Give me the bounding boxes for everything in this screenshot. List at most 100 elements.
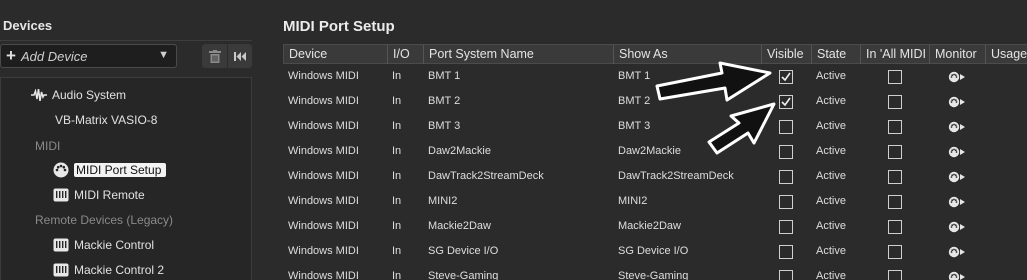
cell-port-system-name: Daw2Mackie: [428, 145, 491, 157]
tree-item-mackie-control-2[interactable]: Mackie Control 2: [53, 259, 164, 280]
visible-checkbox[interactable]: [779, 244, 793, 259]
column-header-visible[interactable]: Visible: [761, 45, 811, 64]
cell-show-as[interactable]: BMT 3: [613, 114, 761, 139]
cell-in-all-midi: [860, 164, 929, 189]
cell-state: Active: [816, 145, 846, 157]
monitor-midi-icon[interactable]: [948, 71, 966, 83]
visible-checkbox[interactable]: [779, 119, 793, 134]
reset-button[interactable]: [227, 44, 252, 68]
in-all-midi-checkbox[interactable]: [887, 219, 902, 234]
in-all-midi-checkbox[interactable]: [887, 169, 902, 184]
cell-device: Windows MIDI: [288, 145, 359, 157]
in-all-midi-checkbox[interactable]: [887, 119, 902, 134]
divider: [0, 40, 252, 41]
monitor-midi-icon[interactable]: [948, 96, 966, 108]
cell-device: Windows MIDI: [288, 120, 359, 132]
tree-item-vb-matrix[interactable]: VB-Matrix VASIO-8: [55, 109, 157, 131]
table-row[interactable]: Windows MIDI In Steve-Gaming Steve-Gaming Ac…: [283, 264, 1027, 280]
cell-state: Active: [816, 220, 846, 232]
cell-monitor: [929, 89, 985, 114]
column-header-monitor[interactable]: Monitor: [929, 45, 985, 64]
checkmark-icon: [781, 72, 791, 82]
cell-port-system-name: MINI2: [428, 195, 458, 207]
cell-show-as[interactable]: SG Device I/O: [613, 239, 761, 264]
midi-port-icon: [53, 162, 69, 178]
cell-state: Active: [816, 120, 846, 132]
cell-io: In: [392, 270, 402, 280]
visible-checkbox[interactable]: [779, 69, 793, 84]
tree-item-audio-system[interactable]: Audio System: [31, 84, 126, 106]
cell-device: Windows MIDI: [288, 70, 359, 82]
dropdown-arrow-icon: ▼: [158, 49, 169, 61]
cell-show-as[interactable]: BMT 2: [613, 89, 761, 114]
tree-item-midi-remote[interactable]: MIDI Remote: [53, 184, 145, 206]
tree-item-label: Mackie Control: [74, 238, 155, 252]
in-all-midi-checkbox[interactable]: [887, 194, 902, 209]
cell-device: Windows MIDI: [288, 195, 359, 207]
column-header-device[interactable]: Device: [283, 45, 387, 64]
device-tree: Audio System VB-Matrix VASIO-8 MIDI MIDI…: [0, 77, 252, 280]
in-all-midi-checkbox[interactable]: [887, 69, 902, 84]
trash-icon: [208, 49, 221, 63]
cell-show-as[interactable]: MINI2: [613, 189, 761, 214]
cell-visible: [761, 239, 811, 264]
cell-visible: [761, 139, 811, 164]
cell-port-system-name: Steve-Gaming: [428, 270, 499, 280]
column-header-port-system-name[interactable]: Port System Name: [423, 45, 613, 64]
cell-show-as[interactable]: Daw2Mackie: [613, 139, 761, 164]
column-header-show-as[interactable]: Show As: [613, 45, 761, 64]
tree-item-mackie-control[interactable]: Mackie Control: [53, 234, 154, 256]
cell-usage: [985, 164, 1027, 189]
monitor-midi-icon[interactable]: [948, 171, 966, 183]
cell-show-as[interactable]: Mackie2Daw: [613, 214, 761, 239]
column-header-state[interactable]: State: [811, 45, 860, 64]
table-row[interactable]: Windows MIDI In Daw2Mackie Daw2Mackie Active: [283, 139, 1027, 164]
table-row[interactable]: Windows MIDI In MINI2 MINI2 Active: [283, 189, 1027, 214]
cell-show-as[interactable]: DawTrack2StreamDeck: [613, 164, 761, 189]
cell-show-as[interactable]: BMT 1: [613, 64, 761, 89]
cell-io: In: [392, 170, 402, 182]
add-device-dropdown[interactable]: + Add Device ▼: [0, 44, 177, 68]
cell-in-all-midi: [860, 214, 929, 239]
visible-checkbox[interactable]: [779, 144, 793, 159]
column-header-usage[interactable]: Usage: [985, 45, 1027, 64]
cell-io: In: [392, 70, 402, 82]
table-row[interactable]: Windows MIDI In DawTrack2StreamDeck DawTrac…: [283, 164, 1027, 189]
column-header-io[interactable]: I/O: [387, 45, 423, 64]
cell-show-as[interactable]: Steve-Gaming: [613, 264, 761, 280]
table-row[interactable]: Windows MIDI In BMT 3 BMT 3 Active: [283, 114, 1027, 139]
monitor-midi-icon[interactable]: [948, 221, 966, 233]
monitor-midi-icon[interactable]: [948, 246, 966, 258]
cell-in-all-midi: [860, 114, 929, 139]
table-row[interactable]: Windows MIDI In SG Device I/O SG Device I/O…: [283, 239, 1027, 264]
table-row[interactable]: Windows MIDI In BMT 1 BMT 1 Active: [283, 64, 1027, 89]
visible-checkbox[interactable]: [779, 94, 793, 109]
visible-checkbox[interactable]: [779, 269, 793, 280]
midi-port-table: Device I/O Port System Name Show As Visi…: [283, 44, 1027, 280]
in-all-midi-checkbox[interactable]: [887, 244, 902, 259]
visible-checkbox[interactable]: [779, 194, 793, 209]
cell-usage: [985, 139, 1027, 164]
table-row[interactable]: Windows MIDI In BMT 2 BMT 2 Active: [283, 89, 1027, 114]
cell-monitor: [929, 64, 985, 89]
cell-visible: [761, 214, 811, 239]
keyboard-icon: [53, 187, 69, 203]
cell-device: Windows MIDI: [288, 95, 359, 107]
column-header-in-all-midi[interactable]: In 'All MIDI: [860, 45, 929, 64]
page-title: MIDI Port Setup: [283, 18, 395, 35]
midi-port-setup-panel: MIDI Port Setup Device I/O Port System N…: [283, 0, 1027, 280]
monitor-midi-icon[interactable]: [948, 271, 966, 280]
visible-checkbox[interactable]: [779, 219, 793, 234]
visible-checkbox[interactable]: [779, 169, 793, 184]
monitor-midi-icon[interactable]: [948, 121, 966, 133]
delete-device-button[interactable]: [202, 44, 227, 68]
cell-in-all-midi: [860, 139, 929, 164]
in-all-midi-checkbox[interactable]: [887, 144, 902, 159]
in-all-midi-checkbox[interactable]: [887, 269, 902, 280]
table-row[interactable]: Windows MIDI In Mackie2Daw Mackie2Daw Active: [283, 214, 1027, 239]
monitor-midi-icon[interactable]: [948, 146, 966, 158]
tree-item-midi-port-setup[interactable]: MIDI Port Setup: [53, 159, 167, 181]
cell-port-system-name: BMT 1: [428, 70, 461, 82]
in-all-midi-checkbox[interactable]: [887, 94, 902, 109]
monitor-midi-icon[interactable]: [948, 196, 966, 208]
